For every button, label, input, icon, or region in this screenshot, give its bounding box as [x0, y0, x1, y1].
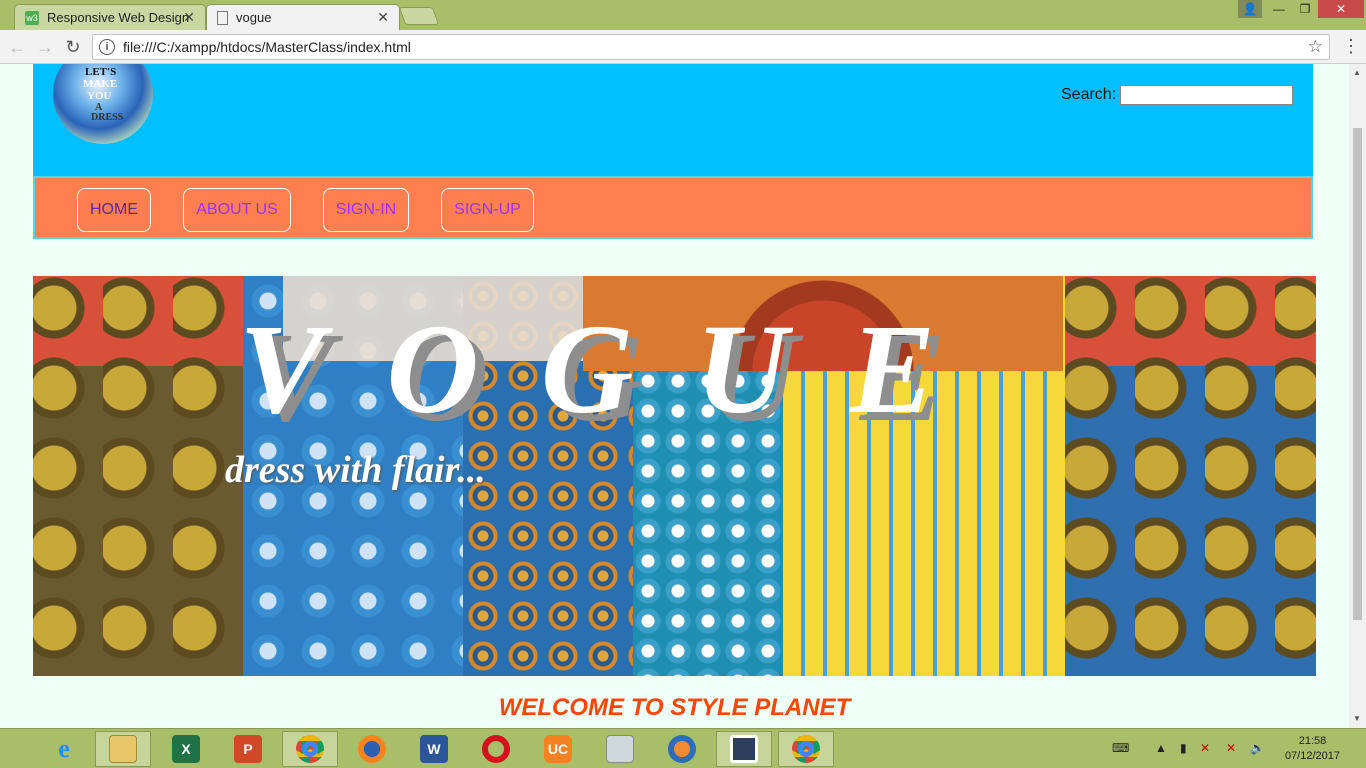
volume-icon[interactable]: 🔈	[1250, 741, 1265, 755]
power-warning-icon[interactable]: ✕	[1200, 741, 1210, 755]
welcome-heading: WELCOME TO STYLE PLANET	[498, 694, 851, 721]
page-icon	[217, 10, 228, 25]
scroll-down-icon[interactable]: ▼	[1353, 714, 1361, 723]
app-launcher-icon[interactable]	[716, 731, 772, 767]
internet-explorer-icon[interactable]: e	[36, 731, 92, 767]
tab-label: Responsive Web Design	[47, 10, 190, 25]
address-text: file:///C:/xampp/htdocs/MasterClass/inde…	[123, 39, 411, 55]
nav-sign-up[interactable]: SIGN-UP	[441, 188, 534, 232]
excel-icon[interactable]: X	[158, 731, 214, 767]
word-icon[interactable]: W	[406, 731, 462, 767]
site-nav: HOME ABOUT US SIGN-IN SIGN-UP	[33, 176, 1313, 239]
site-logo[interactable]: LET'S MAKE YOU A DRESS	[53, 64, 153, 144]
system-clock[interactable]: 21:58 07/12/2017	[1285, 734, 1340, 764]
clock-date: 07/12/2017	[1284, 750, 1340, 762]
tab-vogue[interactable]: vogue ✕	[206, 4, 400, 30]
nav-sign-in[interactable]: SIGN-IN	[323, 188, 409, 232]
minimize-button[interactable]: —	[1266, 0, 1292, 18]
file-explorer-icon[interactable]	[95, 731, 151, 767]
windows-taskbar: e X P W UC ⌨ ▲ ▮ ✕ ✕ 🔈 21:58 07/12/2017	[0, 728, 1366, 768]
forward-icon[interactable]: →	[34, 36, 56, 58]
hero-title: VOGUE	[239, 298, 998, 440]
keyboard-icon[interactable]: ⌨	[1112, 741, 1129, 755]
site-header: LET'S MAKE YOU A DRESS Search:	[33, 64, 1313, 176]
profile-icon[interactable]: 👤	[1238, 0, 1262, 18]
scroll-up-icon[interactable]: ▲	[1353, 68, 1361, 77]
page-viewport: LET'S MAKE YOU A DRESS Search: HOME ABOU…	[0, 64, 1349, 728]
network-icon[interactable]: ✕	[1226, 741, 1236, 755]
powerpoint-icon[interactable]: P	[220, 731, 276, 767]
fabric-strip	[1065, 276, 1316, 676]
tab-label: vogue	[236, 10, 272, 25]
fabric-strip	[33, 276, 243, 676]
show-hidden-icons-icon[interactable]: ▲	[1155, 741, 1167, 755]
clock-time: 21:58	[1298, 735, 1327, 747]
close-tab-icon[interactable]: ✕	[183, 9, 195, 26]
uc-browser-icon[interactable]: UC	[530, 731, 586, 767]
battery-icon[interactable]: ▮	[1180, 741, 1187, 755]
close-tab-icon[interactable]: ✕	[377, 9, 389, 26]
info-icon[interactable]: i	[99, 39, 115, 55]
firefox-icon[interactable]	[344, 731, 400, 767]
browser-toolbar: ← → ↻ i file:///C:/xampp/htdocs/MasterCl…	[0, 30, 1366, 64]
search-input[interactable]	[1120, 85, 1293, 105]
back-icon[interactable]: ←	[6, 36, 28, 58]
opera-icon[interactable]	[468, 731, 524, 767]
address-bar[interactable]: i file:///C:/xampp/htdocs/MasterClass/in…	[92, 34, 1330, 60]
chrome-icon[interactable]	[778, 731, 834, 767]
scrollbar-thumb[interactable]	[1353, 128, 1362, 620]
tab-responsive-web-design[interactable]: w3 Responsive Web Design ✕	[14, 4, 206, 30]
chrome-icon[interactable]	[282, 731, 338, 767]
new-tab-button[interactable]	[398, 7, 440, 25]
bookmark-star-icon[interactable]: ☆	[1308, 37, 1323, 57]
browser-menu-icon[interactable]: ⋮	[1342, 36, 1360, 56]
w3schools-icon: w3	[25, 10, 39, 25]
hero-banner: VOGUE dress with flair...	[33, 276, 1316, 676]
page-scrollbar[interactable]: ▲ ▼	[1349, 64, 1366, 728]
nav-home[interactable]: HOME	[77, 188, 151, 232]
nav-about-us[interactable]: ABOUT US	[183, 188, 291, 232]
firefox-developer-icon[interactable]	[654, 731, 710, 767]
reload-icon[interactable]: ↻	[62, 36, 84, 58]
performance-monitor-icon[interactable]	[592, 731, 648, 767]
hero-subtitle: dress with flair...	[225, 449, 486, 491]
search-label: Search:	[1061, 86, 1117, 103]
close-window-button[interactable]: ✕	[1318, 0, 1364, 18]
maximize-button[interactable]: ❐	[1292, 0, 1318, 18]
browser-tab-bar: w3 Responsive Web Design ✕ vogue ✕ 👤 — ❐…	[0, 0, 1366, 30]
